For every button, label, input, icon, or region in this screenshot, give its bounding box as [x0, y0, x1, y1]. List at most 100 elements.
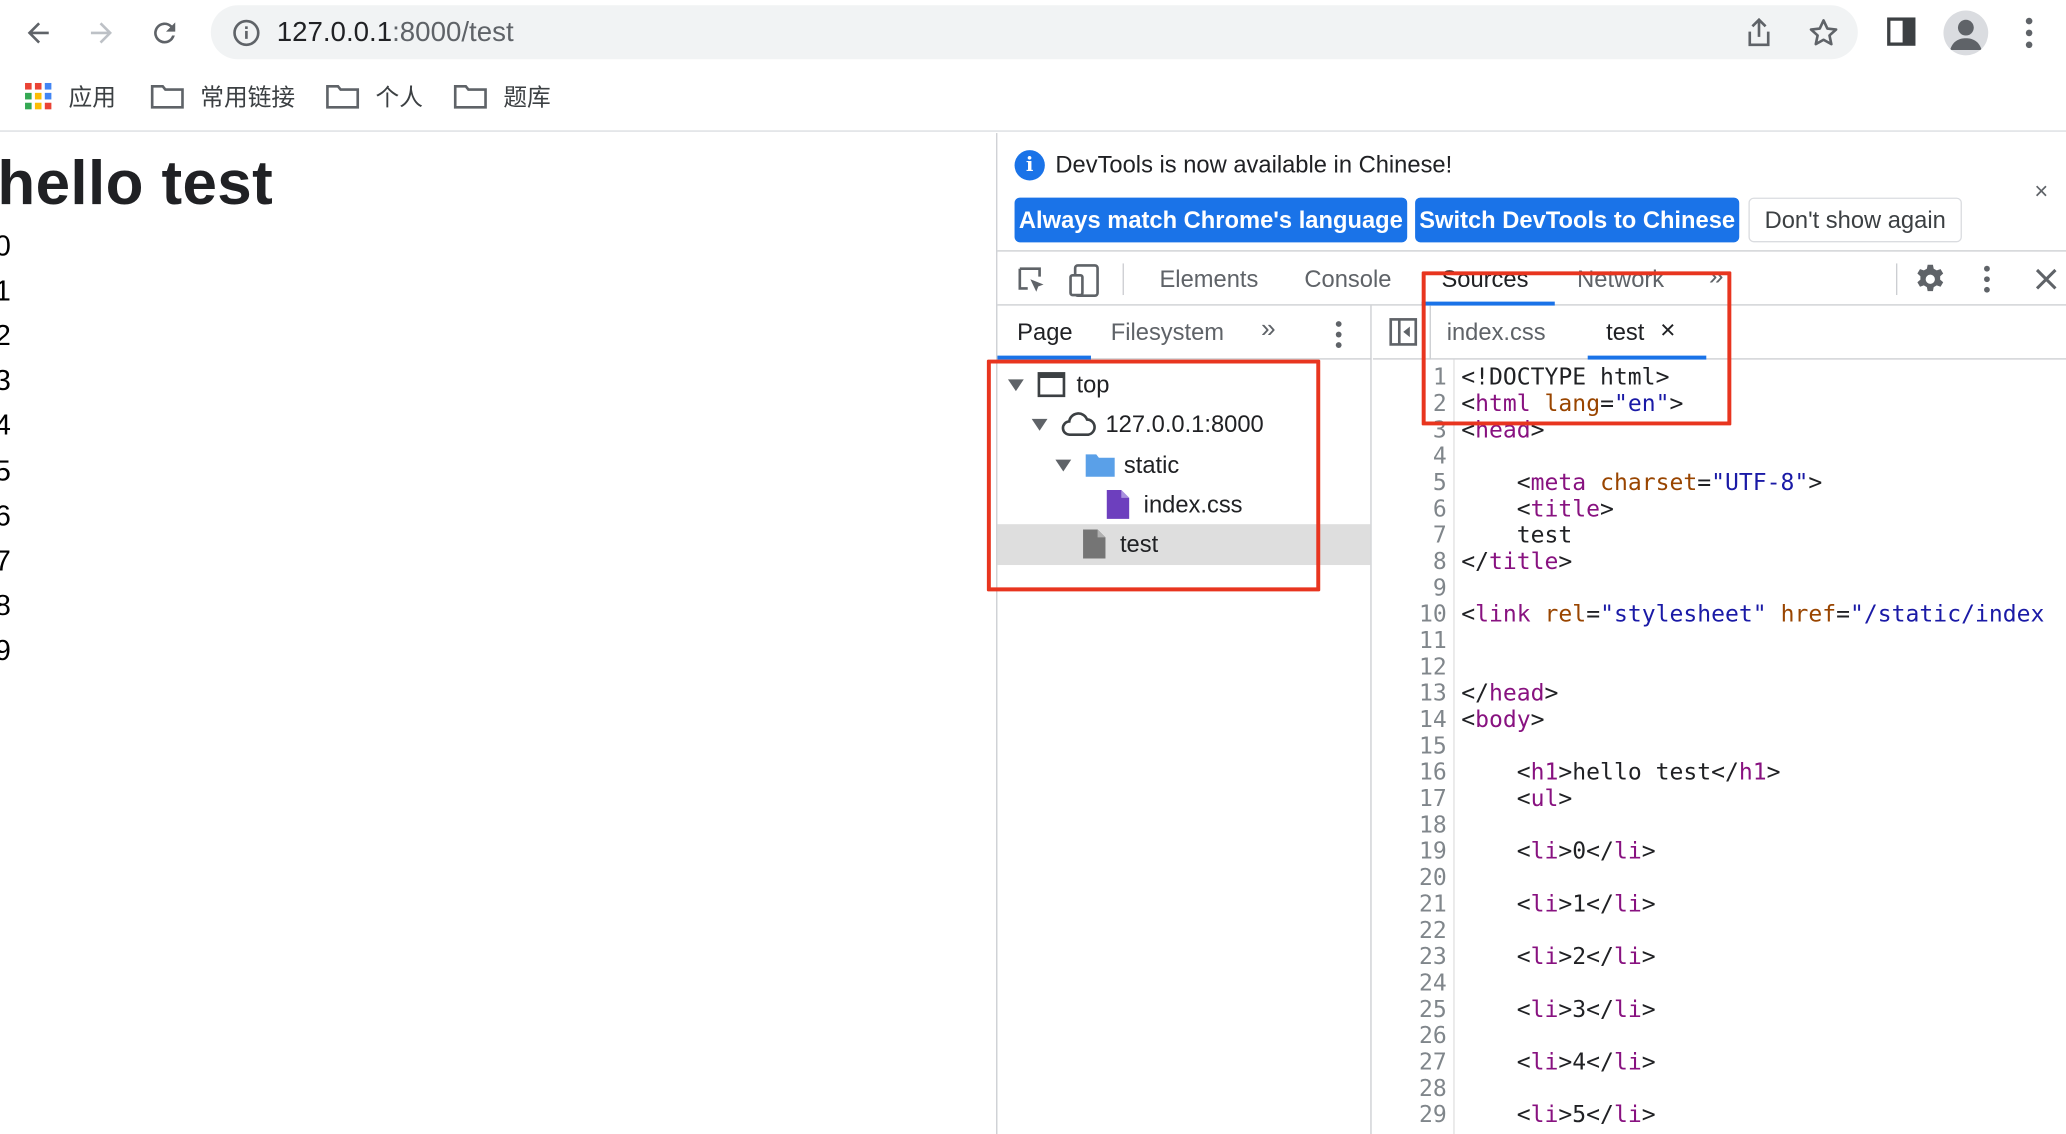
code-line: <title> — [1461, 496, 1614, 523]
code-line: </title> — [1461, 549, 1573, 576]
tree-item-folder-static[interactable]: static — [1055, 445, 1179, 485]
line-number: 18 — [1418, 812, 1447, 839]
tree-label: index.css — [1143, 490, 1243, 517]
code-view[interactable]: 1 2 3 4 5 6 7 8 9 10 11 12 13 14 15 16 1… — [1373, 359, 2066, 1134]
tree-item-origin[interactable]: 127.0.0.1:8000 — [1031, 404, 1264, 444]
code-line: <html lang="en"> — [1461, 391, 1684, 418]
list-item: 5 — [0, 454, 11, 488]
line-number: 2 — [1432, 391, 1447, 418]
close-tab-icon[interactable]: × — [1660, 316, 1675, 346]
page-heading: hello test — [0, 147, 274, 218]
folder-icon — [326, 84, 360, 109]
navigator-tabbar: Page Filesystem » — [997, 306, 1372, 360]
active-tab-indicator — [997, 355, 1091, 360]
tree-label: top — [1076, 370, 1110, 398]
switch-to-chinese-button[interactable]: Switch DevTools to Chinese — [1415, 197, 1740, 243]
tab-page[interactable]: Page — [1017, 319, 1072, 347]
toolbar-divider — [1896, 263, 1898, 296]
line-number: 20 — [1418, 865, 1447, 892]
url-path: :8000/test — [392, 17, 514, 48]
tab-console[interactable]: Console — [1304, 266, 1391, 294]
line-number: 21 — [1418, 891, 1447, 919]
line-number: 9 — [1432, 575, 1447, 602]
device-toolbar-icon[interactable] — [1069, 263, 1101, 298]
settings-gear-icon[interactable] — [1914, 263, 1946, 295]
dont-show-again-button[interactable]: Don't show again — [1748, 197, 1962, 243]
profile-avatar-icon[interactable] — [1943, 10, 1989, 56]
tree-item-top[interactable]: top — [1007, 365, 1110, 405]
browser-toolbar: 127.0.0.1:8000/test — [0, 0, 2066, 66]
tab-sources[interactable]: Sources — [1441, 266, 1528, 294]
infobar-close-icon[interactable]: × — [2034, 178, 2048, 206]
more-tabs-icon[interactable]: » — [1261, 315, 1276, 345]
always-match-language-button[interactable]: Always match Chrome's language — [1014, 197, 1408, 243]
editor-tab-index-css[interactable]: index.css — [1447, 319, 1546, 347]
code-line: <meta charset="UTF-8"> — [1461, 470, 1823, 497]
tree-label: 127.0.0.1:8000 — [1105, 410, 1264, 437]
expand-arrow-icon[interactable] — [1031, 418, 1048, 431]
bookmark-label: 个人 — [375, 84, 423, 111]
selected-row-highlight — [997, 524, 1371, 566]
line-number: 15 — [1418, 733, 1447, 760]
editor-tab-test[interactable]: test — [1606, 319, 1644, 347]
line-number: 12 — [1418, 654, 1447, 681]
bookmark-label: 常用链接 — [200, 84, 296, 111]
folder-icon — [150, 84, 184, 109]
reload-button[interactable] — [142, 11, 187, 56]
tree-item-file-test[interactable]: test — [1082, 524, 1158, 564]
line-number: 22 — [1418, 918, 1447, 945]
close-devtools-icon[interactable] — [2033, 266, 2059, 292]
line-number: 6 — [1432, 496, 1447, 523]
infobar-message: DevTools is now available in Chinese! — [1055, 151, 1453, 178]
code-line: <li>2</li> — [1461, 944, 1656, 971]
bookmark-folder[interactable]: 常用链接 — [150, 79, 295, 113]
line-number: 4 — [1432, 443, 1447, 471]
code-line: <head> — [1461, 417, 1545, 444]
share-icon[interactable] — [1745, 17, 1774, 49]
bookmark-apps[interactable]: 应用 — [24, 79, 116, 113]
site-info-icon[interactable] — [232, 18, 261, 47]
expand-arrow-icon[interactable] — [1055, 459, 1072, 471]
expand-arrow-icon[interactable] — [1007, 378, 1024, 391]
more-tabs-icon[interactable]: » — [1709, 262, 1724, 292]
line-number: 1 — [1432, 364, 1447, 392]
tab-elements[interactable]: Elements — [1159, 266, 1258, 294]
bookmark-star-icon[interactable] — [1808, 17, 1840, 49]
tree-item-file-css[interactable]: index.css — [1105, 485, 1243, 525]
url-text[interactable]: 127.0.0.1:8000/test — [277, 17, 514, 49]
line-number: 17 — [1418, 786, 1447, 813]
document-file-icon — [1083, 529, 1106, 559]
line-number: 13 — [1418, 680, 1447, 708]
bookmark-label: 应用 — [68, 84, 116, 111]
inspect-element-icon[interactable] — [1016, 265, 1048, 297]
url-host: 127.0.0.1 — [276, 17, 393, 48]
forward-arrow-icon — [90, 22, 112, 44]
list-item: 0 — [0, 229, 11, 263]
list-item: 4 — [0, 408, 11, 442]
devtools-tabbar: Elements Console Sources Network » — [997, 252, 2066, 306]
line-number: 25 — [1418, 997, 1447, 1024]
side-panel-icon[interactable] — [1887, 17, 1916, 46]
code-line: <body> — [1461, 707, 1545, 734]
bookmark-label: 题库 — [503, 84, 551, 111]
navigator-menu-icon[interactable] — [1327, 319, 1351, 351]
line-number: 28 — [1418, 1076, 1447, 1103]
line-number: 27 — [1418, 1049, 1447, 1077]
bookmark-folder[interactable]: 个人 — [325, 79, 423, 113]
tab-filesystem[interactable]: Filesystem — [1111, 319, 1224, 347]
browser-menu-icon[interactable] — [2016, 16, 2042, 50]
back-button[interactable] — [16, 11, 61, 56]
code-line: <li>3</li> — [1461, 997, 1656, 1024]
list-item: 2 — [0, 319, 11, 353]
code-line: <li>1</li> — [1461, 891, 1656, 919]
forward-button[interactable] — [79, 11, 124, 56]
language-infobar: i DevTools is now available in Chinese! … — [997, 133, 2066, 252]
devtools-menu-icon[interactable] — [1975, 263, 1999, 295]
frame-icon — [1037, 372, 1066, 398]
toggle-navigator-icon[interactable] — [1389, 317, 1418, 346]
sources-navigator: Page Filesystem » top 127.0.0.1:8000 sta… — [997, 305, 1372, 1134]
address-bar[interactable]: 127.0.0.1:8000/test — [210, 5, 1858, 60]
tab-network[interactable]: Network — [1577, 266, 1664, 294]
code-line: <!DOCTYPE html> — [1461, 364, 1670, 392]
bookmark-folder[interactable]: 题库 — [453, 79, 551, 113]
